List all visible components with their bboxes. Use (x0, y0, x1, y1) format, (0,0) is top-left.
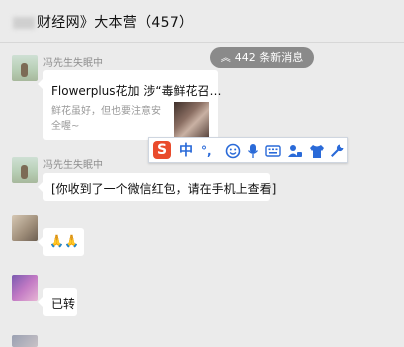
message-text: 已转 (51, 297, 76, 311)
avatar[interactable] (12, 335, 38, 347)
ime-language-toggle[interactable]: 中 (179, 142, 193, 160)
new-messages-label: 442 条新消息 (234, 51, 304, 64)
sender-name: 冯先生失眠中 (43, 160, 103, 171)
avatar[interactable] (12, 215, 38, 241)
user-card-icon[interactable] (287, 143, 303, 159)
microphone-icon[interactable] (247, 143, 259, 159)
card-thumbnail (174, 102, 209, 137)
message-text: 🙏🙏 (49, 234, 79, 248)
red-packet-message[interactable]: [你收到了一个微信红包，请在手机上查看] (38, 173, 276, 201)
chat-title: 财经网》大本营（457） (13, 12, 193, 32)
text-message[interactable]: 已转 (38, 288, 77, 316)
keyboard-icon[interactable] (265, 143, 281, 159)
chat-header: 财经网》大本营（457） (0, 0, 404, 43)
emoji-message[interactable]: 🙏🙏 (38, 228, 84, 256)
ime-punctuation-toggle[interactable]: °, (201, 142, 212, 160)
card-description: 鲜花虽好，但也要注意安全喔~ (51, 106, 161, 132)
avatar[interactable] (12, 157, 38, 183)
message-text: [你收到了一个微信红包，请在手机上查看] (51, 182, 277, 196)
sogou-logo-icon[interactable]: S (153, 141, 171, 159)
wrench-icon[interactable] (329, 143, 345, 159)
link-card[interactable]: Flowerplus花加 涉“毒鲜花召… 鲜花虽好，但也要注意安全喔~ (38, 70, 222, 140)
shirt-icon[interactable] (309, 143, 325, 159)
double-chevron-up-icon: ︽ (220, 53, 231, 64)
sender-name: 冯先生失眠中 (43, 58, 103, 69)
redacted-text (13, 17, 35, 29)
new-messages-button[interactable]: ︽ 442 条新消息 (210, 47, 314, 68)
avatar[interactable] (12, 55, 38, 81)
chat-title-text: 财经网》大本营（457） (37, 15, 194, 31)
smiley-icon[interactable] (225, 143, 241, 159)
ime-toolbar[interactable]: S 中 °, (148, 137, 348, 163)
avatar[interactable] (12, 275, 38, 301)
card-title: Flowerplus花加 涉“毒鲜花召… (51, 84, 222, 98)
